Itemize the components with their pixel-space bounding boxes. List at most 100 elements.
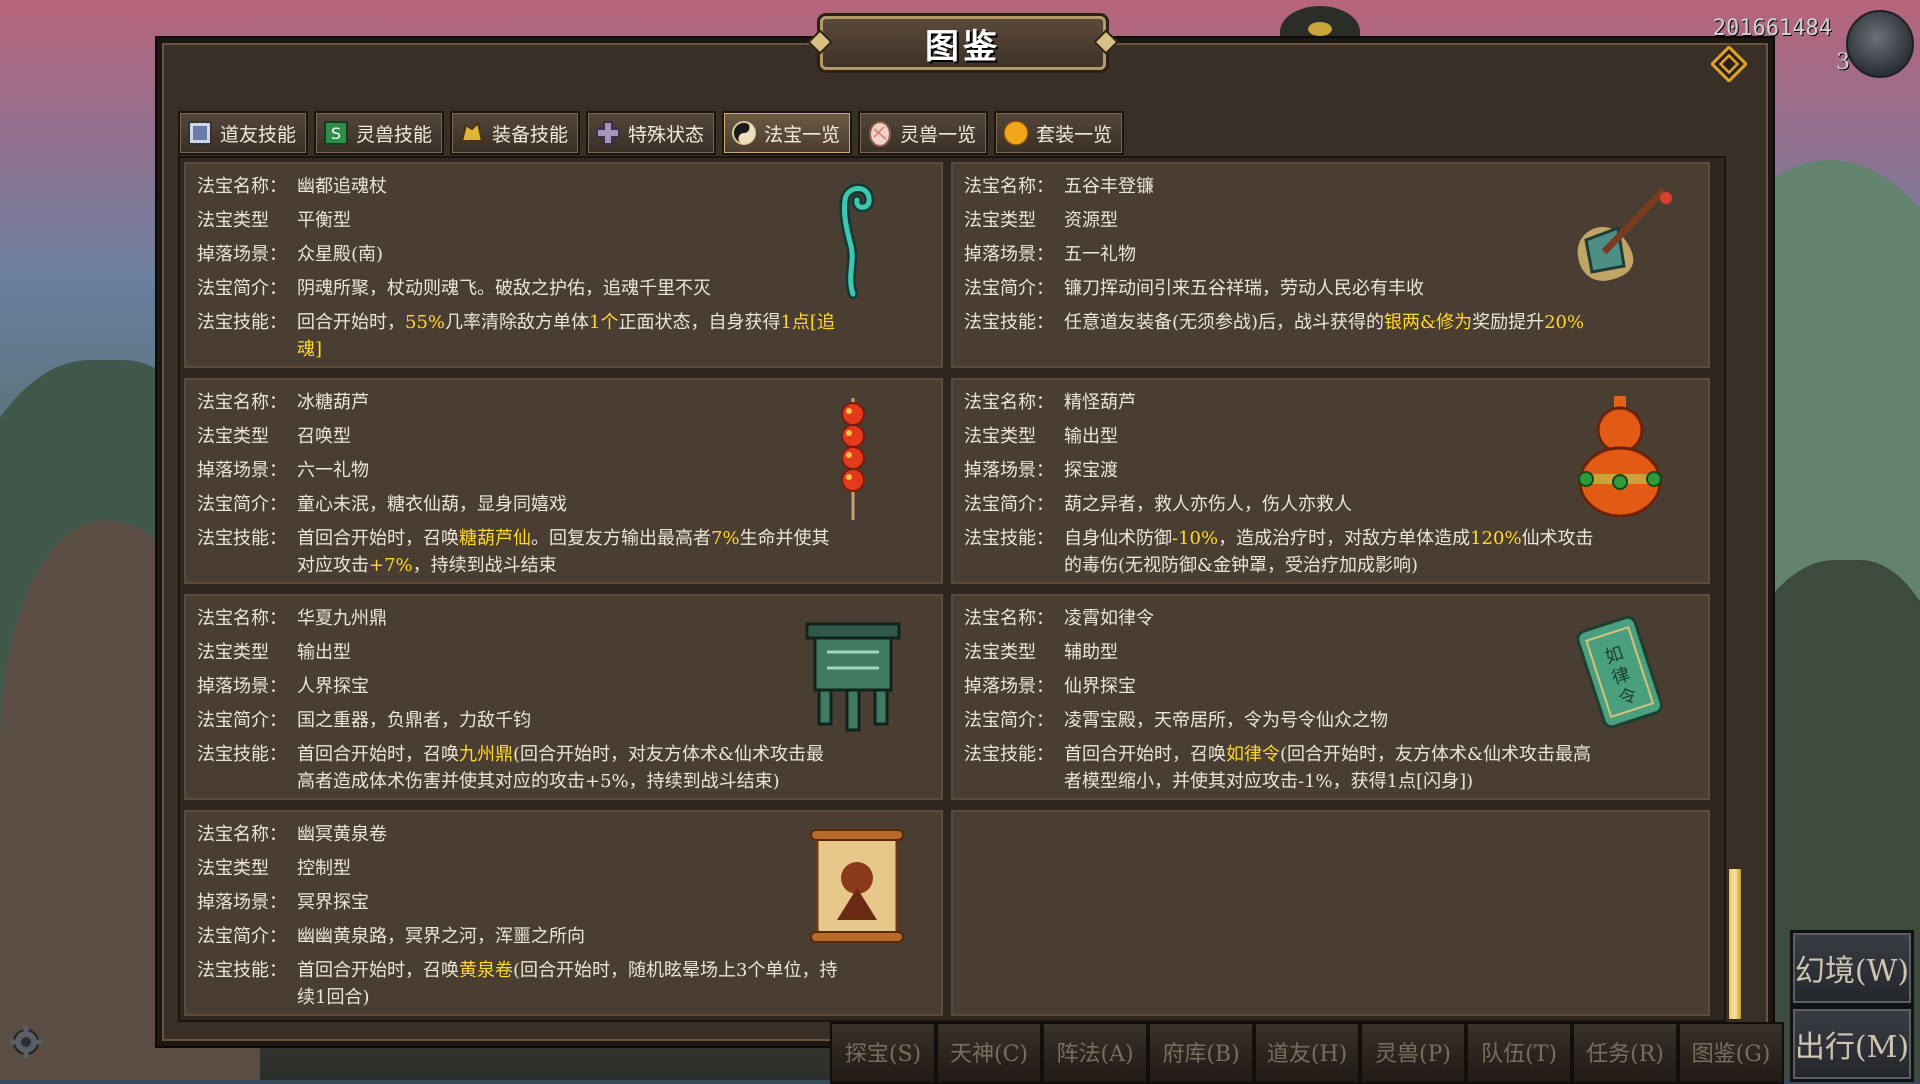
gold-orb-icon bbox=[1003, 120, 1029, 146]
bronze-cauldron-icon bbox=[797, 608, 909, 738]
skill-label: 法宝技能： bbox=[197, 528, 287, 549]
treasure-card[interactable]: 法宝名称： 精怪葫芦 法宝类型 输出型 掉落场景： 探宝渡 法宝简介： 葫之异者，救人亦伤人，… bbox=[951, 378, 1710, 584]
treasure-card[interactable]: 法宝名称： 凌霄如律令 法宝类型 辅助型 掉落场景： 仙界探宝 法宝简介： 凌霄宝殿，天帝居所… bbox=[951, 594, 1710, 800]
skill-row: 法宝技能： 首回合开始时，召唤九州鼎(回合开始时，对友方体术&仙术攻击最高者造成体… bbox=[184, 738, 929, 795]
purple-cross-icon bbox=[596, 121, 621, 145]
yinyang-icon bbox=[732, 121, 757, 145]
drop-label: 掉落场景： bbox=[197, 460, 287, 481]
type-label: 法宝类型 bbox=[197, 210, 269, 231]
drop-label: 掉落场景： bbox=[964, 244, 1054, 265]
travel-button[interactable]: 出行(M) bbox=[1790, 1006, 1914, 1082]
name-label: 法宝名称： bbox=[964, 176, 1054, 197]
bottom-menu-item[interactable]: 灵兽(P) bbox=[1360, 1022, 1466, 1084]
bottom-menu-item[interactable]: 探宝(S) bbox=[830, 1022, 936, 1084]
empty-card-slot bbox=[951, 810, 1710, 1016]
skill-label: 法宝技能： bbox=[197, 960, 287, 981]
skill-text: 奖励提升 bbox=[1472, 312, 1545, 333]
jade-staff-icon bbox=[797, 176, 909, 306]
drop-label: 掉落场景： bbox=[197, 892, 287, 913]
type-label: 法宝类型 bbox=[197, 642, 269, 663]
tab-label: 灵兽技能 bbox=[356, 123, 433, 146]
treasure-card[interactable]: 法宝名称： 冰糖葫芦 法宝类型 召唤型 掉落场景： 六一礼物 法宝简介： 童心未泯，糖衣仙葫，… bbox=[184, 378, 943, 584]
skill-text: 任意道友装备(无须参战)后，战斗获得的 bbox=[1064, 312, 1385, 333]
tab-set-list[interactable]: 套装一览 bbox=[994, 111, 1125, 155]
tab-label: 法宝一览 bbox=[764, 123, 841, 146]
skill-highlight-text: 55% bbox=[405, 312, 446, 333]
treasure-card[interactable]: 法宝名称： 华夏九州鼎 法宝类型 输出型 掉落场景： 人界探宝 法宝简介： 国之重器，负鼎者，… bbox=[184, 594, 943, 800]
tab-beast-list[interactable]: 灵兽一览 bbox=[858, 111, 989, 155]
skill-label: 法宝技能： bbox=[964, 528, 1054, 549]
tab-companion-skills[interactable]: 道友技能 bbox=[178, 111, 309, 155]
name-label: 法宝名称： bbox=[197, 824, 287, 845]
green-scroll-icon: S bbox=[324, 121, 349, 145]
tab-treasure-list[interactable]: 法宝一览 bbox=[722, 111, 853, 155]
skill-text: 首回合开始时，召唤 bbox=[1064, 744, 1226, 765]
settings-gear-icon[interactable] bbox=[8, 1024, 44, 1060]
jade-command-token-icon: 如律令 bbox=[1564, 608, 1676, 738]
skill-text: 首回合开始时，召唤 bbox=[297, 960, 459, 981]
tab-beast-skills[interactable]: S 灵兽技能 bbox=[314, 111, 445, 155]
intro-label: 法宝简介： bbox=[964, 710, 1054, 731]
treasure-skill: 回合开始时，55%几率清除敌方单体1个正面状态，自身获得1点[追魂] bbox=[297, 309, 929, 363]
bottom-menu-item[interactable]: 阵法(A) bbox=[1042, 1022, 1148, 1084]
bottom-menu: 探宝(S) 天神(C) 阵法(A) 府库(B) 道友(H) 灵兽(P) 队伍(T) 任务(R)… bbox=[830, 1022, 1784, 1084]
treasure-skill: 自身仙术防御-10%，造成治疗时，对敌方单体造成120%仙术攻击的毒伤(无视防御… bbox=[1064, 525, 1696, 579]
skill-highlight-text: -10% bbox=[1172, 528, 1219, 549]
bottom-menu-item[interactable]: 府库(B) bbox=[1148, 1022, 1254, 1084]
bottom-menu-item[interactable]: 道友(H) bbox=[1254, 1022, 1360, 1084]
treasure-card[interactable]: 法宝名称： 幽都追魂杖 法宝类型 平衡型 掉落场景： 众星殿(南) 法宝简介： 阴魂所聚，杖动… bbox=[184, 162, 943, 368]
spirit-egg-icon bbox=[869, 121, 892, 147]
svg-text:S: S bbox=[331, 124, 341, 143]
skill-highlight-text: 如律令 bbox=[1226, 744, 1280, 765]
bottom-menu-item[interactable]: 图鉴(G) bbox=[1678, 1022, 1784, 1084]
intro-label: 法宝简介： bbox=[197, 710, 287, 731]
bottom-menu-item[interactable]: 天神(C) bbox=[936, 1022, 1042, 1084]
bottom-menu-item[interactable]: 队伍(T) bbox=[1466, 1022, 1572, 1084]
drop-label: 掉落场景： bbox=[964, 676, 1054, 697]
close-icon[interactable] bbox=[1709, 44, 1749, 84]
bottom-menu-item[interactable]: 任务(R) bbox=[1572, 1022, 1678, 1084]
player-avatar[interactable] bbox=[1846, 10, 1914, 78]
flaming-sickle-icon bbox=[1564, 176, 1676, 306]
skill-label: 法宝技能： bbox=[197, 312, 287, 333]
skill-highlight-text: 九州鼎 bbox=[459, 744, 513, 765]
treasure-skill: 首回合开始时，召唤九州鼎(回合开始时，对友方体术&仙术攻击最高者造成体术伤害并使… bbox=[297, 741, 929, 795]
type-label: 法宝类型 bbox=[964, 426, 1036, 447]
skill-row: 法宝技能： 任意道友装备(无须参战)后，战斗获得的银两&修为奖励提升20% bbox=[951, 306, 1696, 336]
tab-label: 道友技能 bbox=[220, 123, 297, 146]
red-gourd-icon bbox=[1564, 392, 1676, 522]
intro-label: 法宝简介： bbox=[964, 278, 1054, 299]
name-label: 法宝名称： bbox=[197, 392, 287, 413]
skill-text: 自身仙术防御 bbox=[1064, 528, 1172, 549]
treasure-card[interactable]: 法宝名称： 五谷丰登镰 法宝类型 资源型 掉落场景： 五一礼物 法宝简介： 镰刀挥动间引来五谷… bbox=[951, 162, 1710, 368]
skill-row: 法宝技能： 首回合开始时，召唤糖葫芦仙。回复友方输出最高者7%生命并使其对应攻击+… bbox=[184, 522, 929, 579]
type-label: 法宝类型 bbox=[197, 858, 269, 879]
scroll-book-icon bbox=[188, 121, 212, 145]
page-title: 图鉴 bbox=[925, 26, 1001, 67]
skill-text: ，持续到战斗结束 bbox=[412, 555, 557, 576]
skill-highlight-text: 黄泉卷 bbox=[459, 960, 513, 981]
skill-text: ，造成治疗时，对敌方单体造成 bbox=[1218, 528, 1471, 549]
intro-label: 法宝简介： bbox=[197, 494, 287, 515]
name-label: 法宝名称： bbox=[197, 176, 287, 197]
scrollbar-thumb[interactable] bbox=[1728, 868, 1742, 1020]
skill-row: 法宝技能： 首回合开始时，召唤黄泉卷(回合开始时，随机眩晕场上3个单位，持续1回合… bbox=[184, 954, 929, 1011]
skill-label: 法宝技能： bbox=[964, 744, 1054, 765]
skill-row: 法宝技能： 自身仙术防御-10%，造成治疗时，对敌方单体造成120%仙术攻击的毒伤… bbox=[951, 522, 1696, 579]
skill-highlight-text: 7% bbox=[711, 528, 740, 549]
name-label: 法宝名称： bbox=[964, 392, 1054, 413]
type-label: 法宝类型 bbox=[964, 642, 1036, 663]
skill-highlight-text: 银两&修为 bbox=[1384, 312, 1473, 333]
tab-special-status[interactable]: 特殊状态 bbox=[586, 111, 717, 155]
skill-text: 正面状态，自身获得 bbox=[618, 312, 781, 333]
treasure-card[interactable]: 法宝名称： 幽冥黄泉卷 法宝类型 控制型 掉落场景： 冥界探宝 法宝简介： 幽幽黄泉路，冥界之… bbox=[184, 810, 943, 1016]
treasure-list[interactable]: 法宝名称： 幽都追魂杖 法宝类型 平衡型 掉落场景： 众星殿(南) 法宝简介： 阴魂所聚，杖动… bbox=[178, 156, 1726, 1022]
treasure-skill: 任意道友装备(无须参战)后，战斗获得的银两&修为奖励提升20% bbox=[1064, 309, 1696, 336]
tab-label: 套装一览 bbox=[1036, 123, 1113, 146]
type-label: 法宝类型 bbox=[964, 210, 1036, 231]
intro-label: 法宝简介： bbox=[197, 278, 287, 299]
tab-equipment-skills[interactable]: 装备技能 bbox=[450, 111, 581, 155]
skill-label: 法宝技能： bbox=[197, 744, 287, 765]
skill-text: 。回复友方输出最高者 bbox=[531, 528, 711, 549]
illusion-realm-button[interactable]: 幻境(W) bbox=[1790, 930, 1914, 1006]
